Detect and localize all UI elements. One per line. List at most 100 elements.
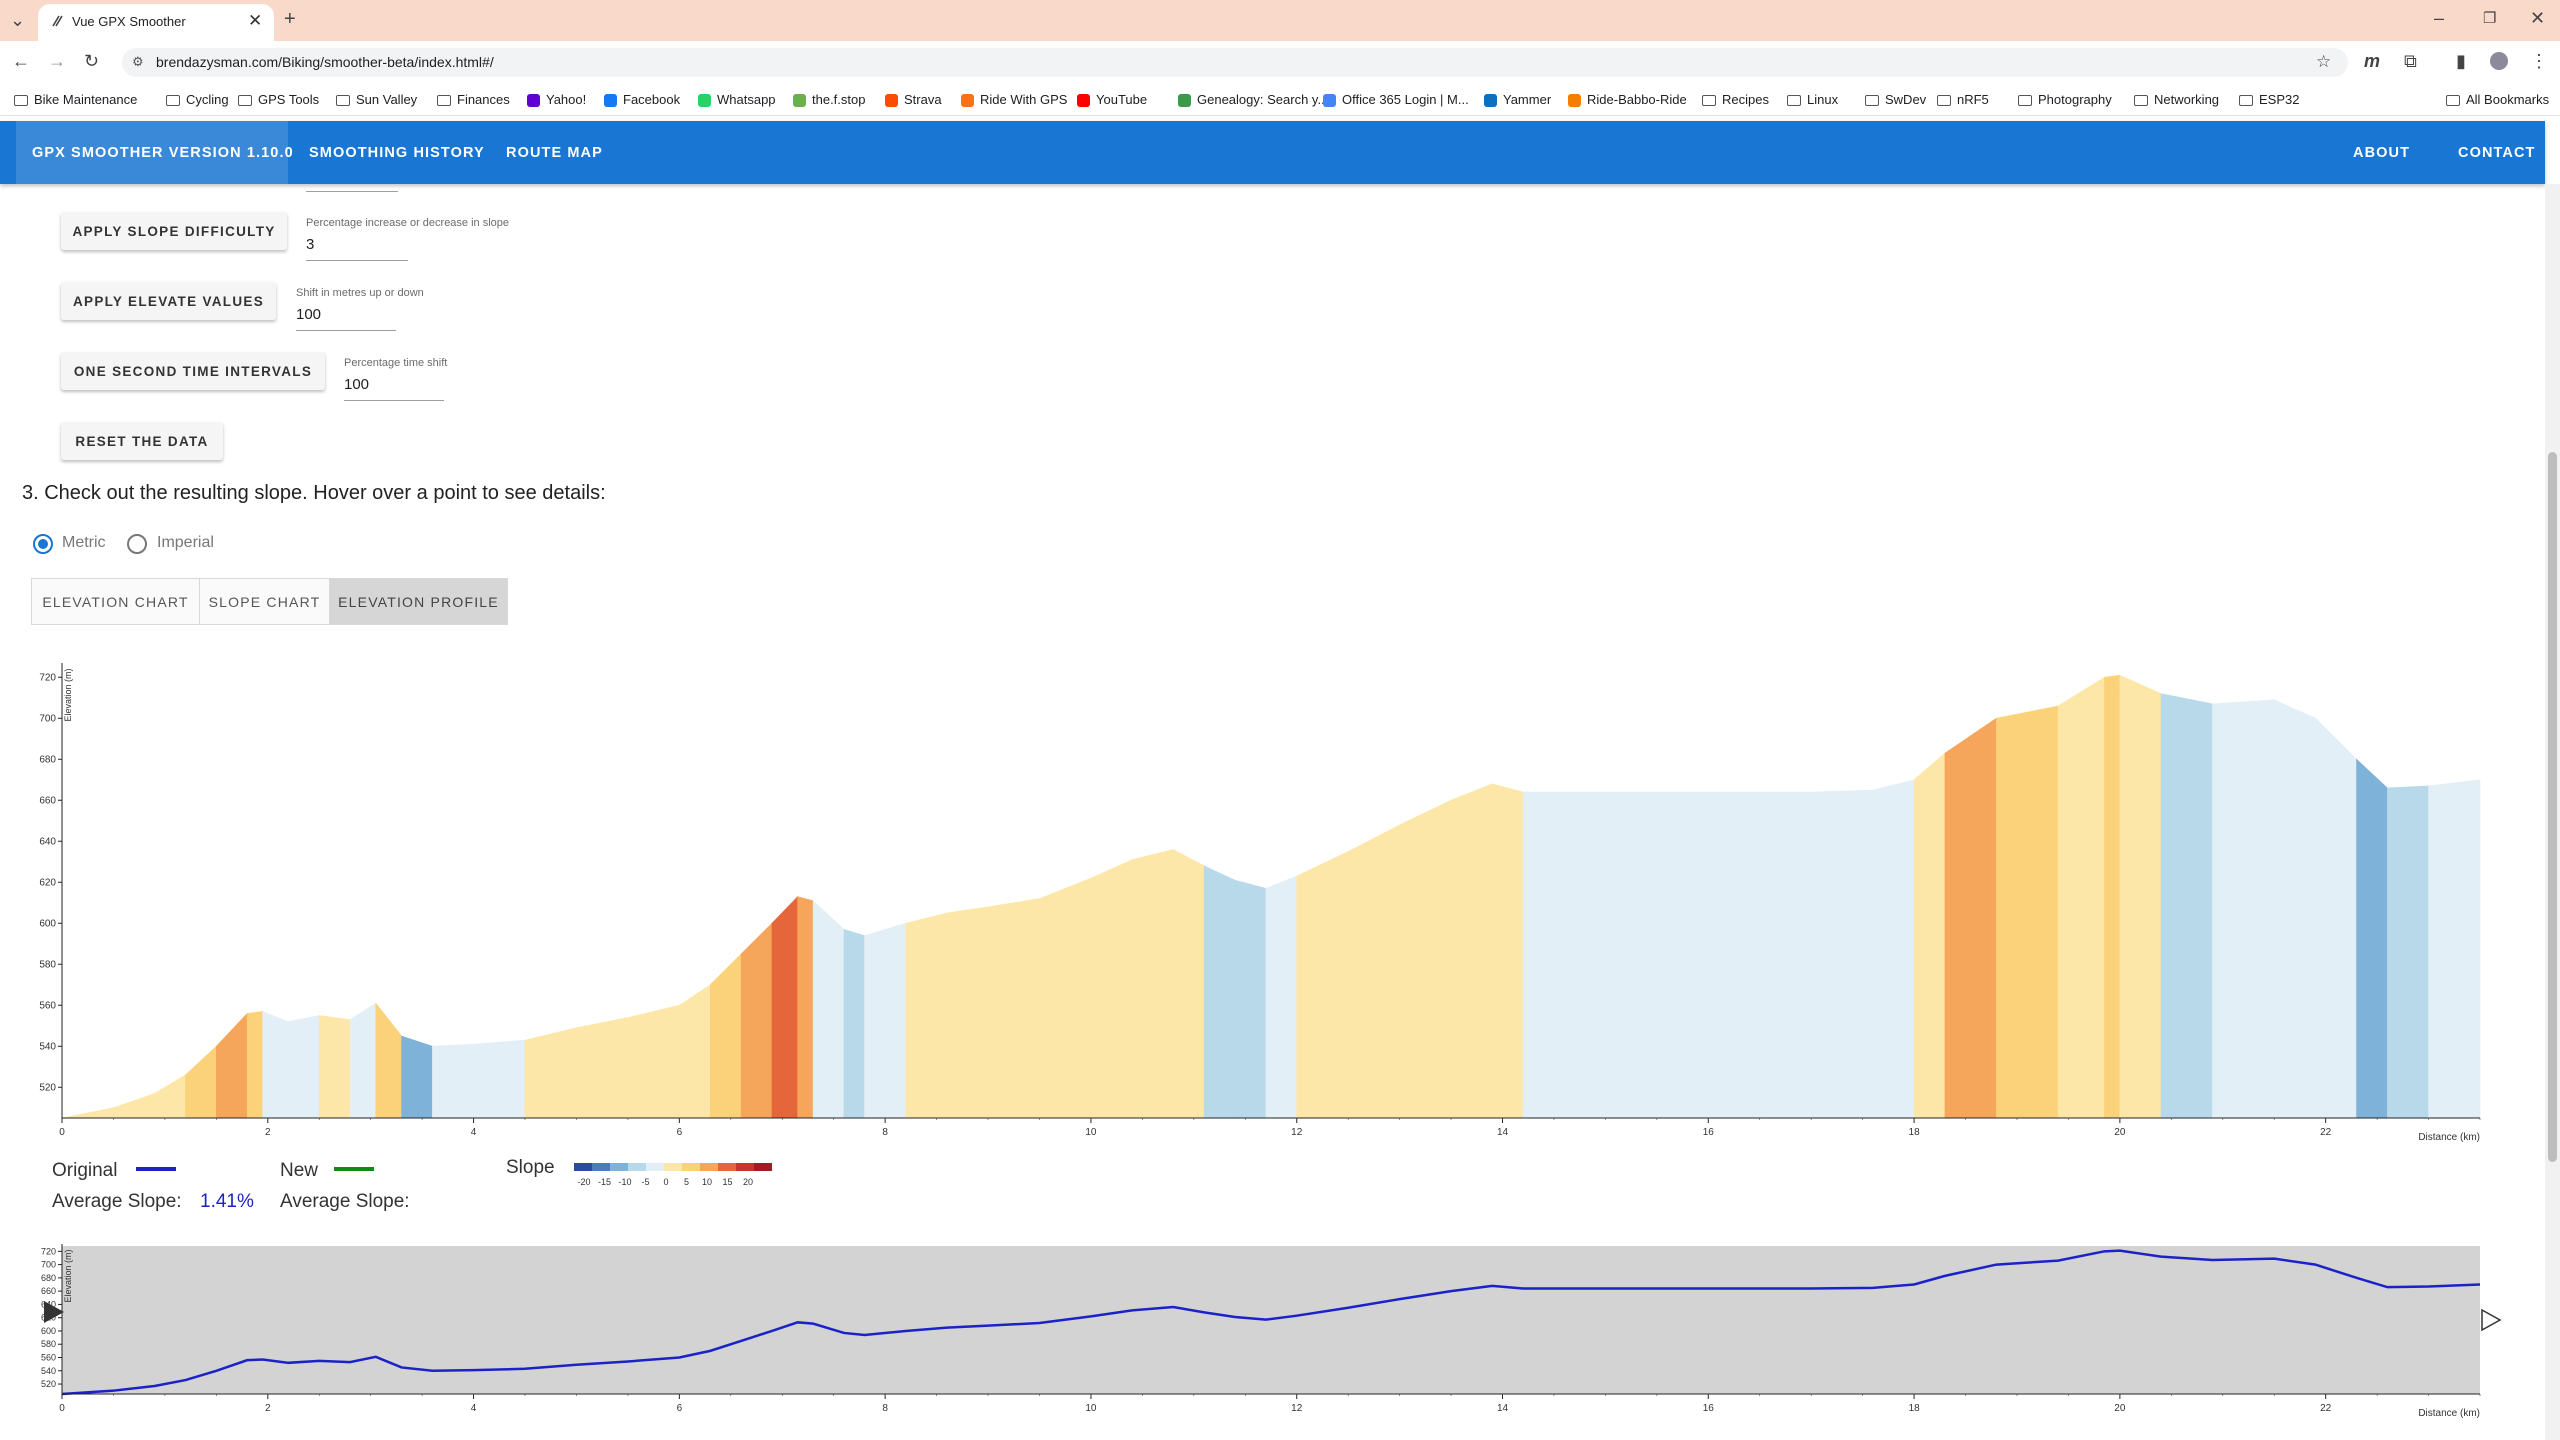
metric-label[interactable]: Metric [62,534,106,552]
bookmark-item[interactable]: Office 365 Login | M... [1323,92,1469,108]
bookmark-label: Office 365 Login | M... [1342,92,1469,107]
bookmark-item[interactable]: Sun Valley [336,92,417,108]
elevate-input-underline [296,330,396,331]
metric-radio[interactable] [33,534,53,554]
y-tick-label: 600 [41,1326,56,1336]
tab-search-icon[interactable]: ⌄ [10,10,25,30]
tab-elevation-profile[interactable]: ELEVATION PROFILE [329,578,508,625]
imperial-label[interactable]: Imperial [157,534,214,552]
overview-brush-chart[interactable]: 0246810121416182022520540560580600620640… [0,1240,2545,1425]
extensions-icon[interactable]: ⧉ [2404,51,2417,71]
extension-m-icon[interactable]: m [2364,51,2380,71]
bookmark-label: Yammer [1503,92,1552,107]
nav-contact[interactable]: CONTACT [2458,145,2536,161]
bookmark-item[interactable]: Bike Maintenance [14,92,137,108]
bookmark-item[interactable]: SwDev [1865,92,1926,108]
browser-tab[interactable]: Vue GPX Smoother ✕ [38,4,274,41]
x-tick-label: 14 [1497,1127,1509,1138]
new-tab-icon[interactable]: + [284,9,296,29]
apply-slope-difficulty-button[interactable]: APPLY SLOPE DIFFICULTY [61,212,287,250]
brand-title[interactable]: GPX SMOOTHER VERSION 1.10.0 [32,145,294,161]
slope-segment [1296,851,1349,1119]
slope-percentage-input[interactable]: 3 [306,236,314,253]
side-panel-icon[interactable]: ▮ [2456,51,2466,71]
yahoo-icon [527,93,540,107]
slope-segment [2104,674,2121,1119]
bookmark-item[interactable]: Yammer [1484,92,1551,108]
tab-close-icon[interactable]: ✕ [248,11,262,31]
elevate-shift-label: Shift in metres up or down [296,287,424,299]
legend-original-label: Original [52,1160,118,1181]
slope-segment [843,928,865,1119]
slope-segment [709,953,742,1119]
slope-segment [1707,791,1812,1119]
legend-original-line [136,1167,176,1171]
profile-avatar[interactable] [2490,52,2508,70]
folder-icon [1787,94,1801,106]
url-text[interactable]: brendazysman.com/Biking/smoother-beta/in… [156,54,494,70]
slope-swatch [736,1163,754,1171]
slope-segment [797,896,814,1119]
bookmark-item[interactable]: Cycling [166,92,229,108]
reset-data-button[interactable]: RESET THE DATA [61,422,223,460]
bookmark-label: Ride-Babbo-Ride [1587,92,1687,107]
y-tick-label: 700 [41,1260,56,1270]
y-tick-label: 600 [39,918,56,929]
bookmark-item[interactable]: Linux [1787,92,1838,108]
bookmark-item[interactable]: Ride-Babbo-Ride [1568,92,1687,108]
scrollbar-thumb[interactable] [2548,452,2557,1162]
chrome-menu-icon[interactable]: ⋮ [2530,51,2548,71]
nav-route-map[interactable]: ROUTE MAP [506,145,603,161]
bookmark-label: Finances [457,92,510,107]
one-second-time-intervals-button[interactable]: ONE SECOND TIME INTERVALS [61,352,325,390]
bike-favicon-icon [50,14,64,28]
window-close-icon[interactable]: ✕ [2530,8,2545,28]
bookmark-item[interactable]: Genealogy: Search y... [1178,92,1328,108]
folder-icon [238,94,252,106]
bookmark-label: nRF5 [1957,92,1989,107]
slope-segment [1203,865,1236,1119]
previous-field-underline [306,191,398,192]
elevation-profile-chart[interactable]: 0 2 4 6 8 10 12 14 16 18 20 22 520 540 560 580 600 620 640… [0,640,2545,1160]
bookmark-item[interactable]: Facebook [604,92,680,108]
slope-input-underline [306,260,408,261]
bookmark-item[interactable]: Recipes [1702,92,1769,108]
nav-smoothing-history[interactable]: SMOOTHING HISTORY [309,145,485,161]
apply-elevate-values-button[interactable]: APPLY ELEVATE VALUES [61,282,276,320]
bookmark-item[interactable]: Whatsapp [698,92,776,108]
address-bar[interactable]: ⚙ brendazysman.com/Biking/smoother-beta/… [122,48,2348,77]
bookmark-item[interactable]: ESP32 [2239,92,2299,108]
tab-elevation-chart[interactable]: ELEVATION CHART [31,578,200,625]
back-icon[interactable]: ← [12,51,30,71]
forward-icon[interactable]: → [48,51,66,71]
restore-icon[interactable]: ❐ [2483,9,2496,29]
minimize-icon[interactable]: – [2434,8,2444,28]
bookmark-item[interactable]: Photography [2018,92,2112,108]
bookmark-item[interactable]: Networking [2134,92,2219,108]
bookmark-item[interactable]: YouTube [1077,92,1147,108]
bookmark-item[interactable]: Yahoo! [527,92,586,108]
time-shift-input[interactable]: 100 [344,376,369,393]
imperial-radio[interactable] [127,534,147,554]
bookmark-label: Sun Valley [356,92,418,107]
slope-segment [288,1015,320,1119]
site-info-icon[interactable]: ⚙ [132,54,144,70]
bookmark-item[interactable]: Ride With GPS [961,92,1067,108]
reload-icon[interactable]: ↻ [84,51,99,71]
bookmark-star-icon[interactable]: ☆ [2316,52,2331,72]
slope-swatch [628,1163,646,1171]
tab-slope-chart[interactable]: SLOPE CHART [199,578,330,625]
folder-icon [14,94,28,106]
bookmark-item[interactable]: nRF5 [1937,92,1989,108]
bookmark-item[interactable]: Finances [437,92,510,108]
y-tick-label: 640 [39,836,56,847]
bookmark-item[interactable]: Strava [885,92,942,108]
metric-radio-dot [38,539,48,549]
bookmark-label: Linux [1807,92,1839,107]
nav-about[interactable]: ABOUT [2353,145,2410,161]
slope-swatch [700,1163,718,1171]
all-bookmarks[interactable]: All Bookmarks [2446,92,2549,108]
elevate-shift-input[interactable]: 100 [296,306,321,323]
bookmark-item[interactable]: the.f.stop [793,92,865,108]
bookmark-item[interactable]: GPS Tools [238,92,319,108]
